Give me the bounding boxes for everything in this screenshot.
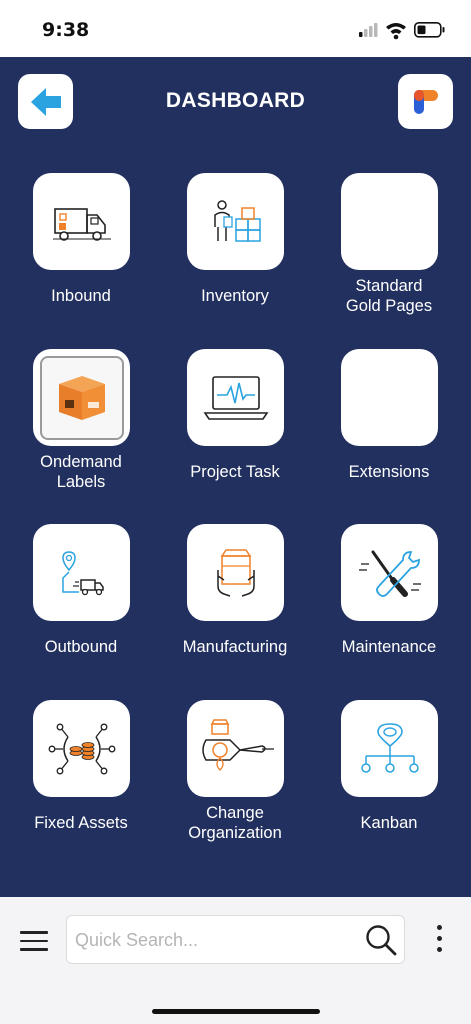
battery-icon [414, 22, 445, 38]
tile-manufacturing-box[interactable] [187, 524, 284, 621]
tile-label: Manufacturing [182, 638, 288, 656]
signal-icon [359, 23, 378, 37]
tile-label: Standard Gold Pages [345, 277, 433, 315]
tile-project-task-box[interactable] [187, 349, 284, 446]
status-bar: 9:38 [0, 0, 471, 57]
tile-fixed-assets[interactable]: Fixed Assets [4, 700, 158, 870]
quick-search-box[interactable] [66, 915, 405, 964]
tile-maintenance-box[interactable] [341, 524, 438, 621]
tile-inventory-box[interactable] [187, 173, 284, 270]
truck-icon [52, 207, 111, 241]
wifi-icon [386, 23, 406, 40]
tile-ondemand-labels[interactable]: Ondemand Labels [4, 349, 158, 519]
tile-fixed-assets-box[interactable] [33, 700, 130, 797]
tile-maintenance[interactable]: Maintenance [312, 524, 466, 694]
tile-label: Project Task [190, 463, 280, 481]
tile-label: Inventory [201, 287, 269, 305]
delivery-route-icon [61, 550, 104, 595]
tile-inbound[interactable]: Inbound [4, 173, 158, 343]
tile-label: Extensions [348, 463, 430, 481]
warehouse-worker-icon [213, 199, 261, 242]
tile-label: Change Organization [188, 804, 282, 842]
app-logo-button[interactable] [398, 74, 453, 129]
status-icons [359, 20, 449, 45]
hamburger-menu-icon[interactable] [20, 931, 48, 953]
dashboard-panel: DASHBOARD Inbound Inventory Standard Gol… [0, 57, 471, 897]
tile-label: Kanban [360, 814, 418, 832]
label-frame [39, 355, 124, 440]
tile-extensions-box[interactable] [341, 349, 438, 446]
tile-manufacturing[interactable]: Manufacturing [158, 524, 312, 694]
tile-standard-gold-pages[interactable]: Standard Gold Pages [312, 173, 466, 343]
coins-network-icon [48, 723, 115, 774]
more-options-icon[interactable] [437, 925, 445, 957]
tile-extensions[interactable]: Extensions [312, 349, 466, 519]
home-indicator[interactable] [152, 1009, 320, 1014]
tile-inventory[interactable]: Inventory [158, 173, 312, 343]
change-org-icon [201, 718, 274, 771]
tile-standard-gold-pages-box[interactable] [341, 173, 438, 270]
tile-label: Inbound [51, 287, 111, 305]
status-time: 9:38 [42, 19, 90, 41]
box-hands-icon [216, 548, 255, 597]
package-icon [58, 375, 105, 420]
tile-kanban-box[interactable] [341, 700, 438, 797]
tile-label: Ondemand Labels [40, 453, 122, 491]
tile-change-organization-box[interactable] [187, 700, 284, 797]
tile-outbound-box[interactable] [33, 524, 130, 621]
laptop-pulse-icon [203, 375, 268, 420]
tools-icon [358, 550, 421, 597]
tile-label: Maintenance [341, 638, 437, 656]
tile-project-task[interactable]: Project Task [158, 349, 312, 519]
app-logo-icon [413, 89, 438, 114]
tile-label: Fixed Assets [34, 814, 128, 832]
tile-change-organization[interactable]: Change Organization [158, 700, 312, 870]
kanban-pin-icon [360, 722, 419, 773]
bottom-bar [0, 897, 471, 1024]
tile-label: Outbound [44, 638, 118, 656]
quick-search-input[interactable] [75, 924, 355, 956]
tile-ondemand-labels-box[interactable] [33, 349, 130, 446]
tile-kanban[interactable]: Kanban [312, 700, 466, 870]
tile-outbound[interactable]: Outbound [4, 524, 158, 694]
search-icon[interactable] [364, 923, 398, 957]
tile-inbound-box[interactable] [33, 173, 130, 270]
